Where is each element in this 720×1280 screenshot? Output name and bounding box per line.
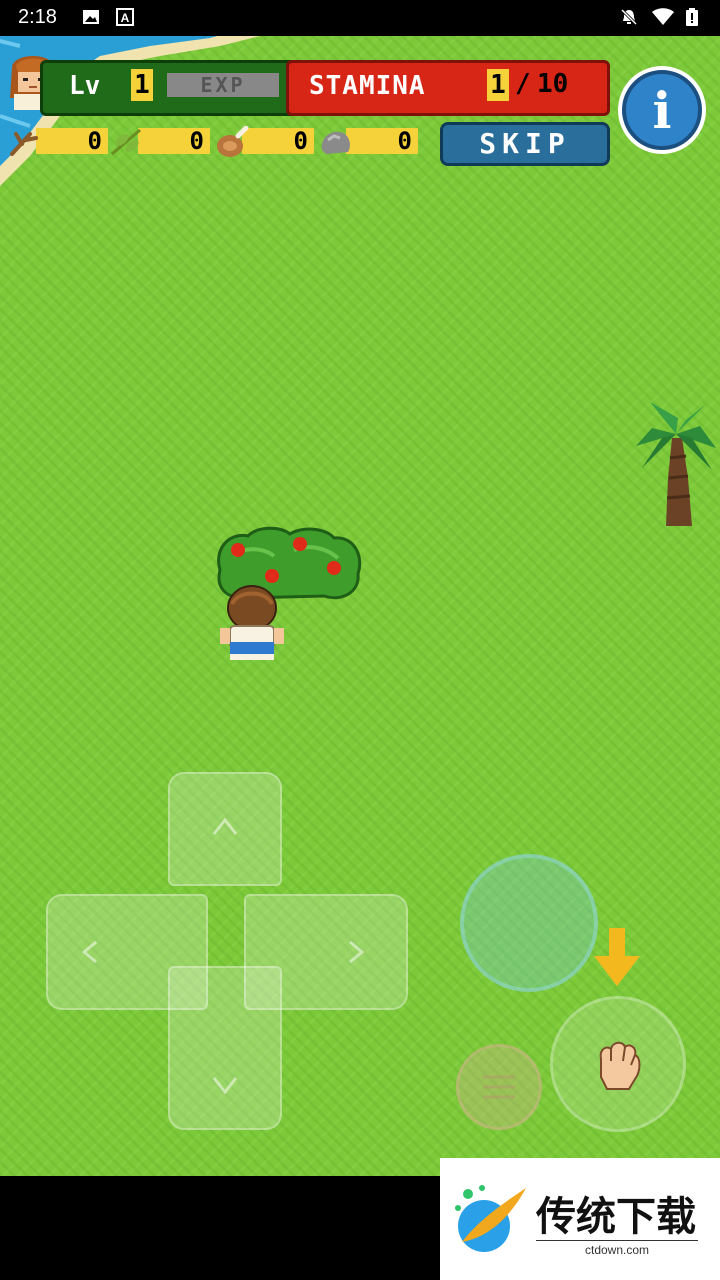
watermark: 传统下载 ctdown.com bbox=[440, 1158, 720, 1280]
fist-icon bbox=[599, 1041, 641, 1090]
level-value: 1 bbox=[131, 69, 153, 101]
watermark-logo bbox=[455, 1185, 526, 1252]
info-icon: i bbox=[622, 70, 702, 150]
level-panel: Lv 1 EXP bbox=[40, 60, 304, 116]
stamina-panel: STAMINA 1 / 10 bbox=[286, 60, 610, 116]
menu-button[interactable] bbox=[456, 1044, 542, 1130]
level-label: Lv bbox=[69, 71, 101, 101]
wifi-icon bbox=[652, 8, 674, 25]
stamina-separator: / bbox=[515, 69, 531, 99]
branch-icon bbox=[10, 132, 38, 156]
palm-tree[interactable] bbox=[632, 398, 720, 530]
menu-lines-icon bbox=[483, 1075, 515, 1099]
dpad-left-button[interactable] bbox=[46, 894, 208, 1010]
game-world[interactable]: Lv 1 EXP STAMINA 1 / 10 0 0 0 0 SKIP i bbox=[0, 36, 720, 1176]
meat-count: 0 bbox=[293, 127, 308, 155]
leaf-count: 0 bbox=[189, 127, 204, 155]
arrow-left-icon bbox=[81, 940, 97, 964]
info-label: i bbox=[653, 81, 672, 140]
stamina-max: 10 bbox=[537, 69, 569, 99]
notifications-off-icon bbox=[620, 8, 638, 26]
leaf-icon bbox=[111, 128, 141, 156]
stone-icon bbox=[321, 131, 350, 154]
watermark-url: ctdown.com bbox=[536, 1240, 698, 1257]
watermark-title: 传统下载 bbox=[536, 1194, 696, 1240]
skip-button[interactable]: SKIP bbox=[440, 122, 610, 166]
stamina-current: 1 bbox=[487, 69, 509, 101]
branch-count: 0 bbox=[87, 127, 102, 155]
resource-leaf: 0 bbox=[110, 126, 212, 156]
svg-text:A: A bbox=[121, 11, 130, 25]
hint-arrow-down-icon bbox=[594, 928, 640, 986]
a-box-icon: A bbox=[116, 8, 134, 26]
stone-count: 0 bbox=[397, 127, 412, 155]
dpad-up-button[interactable] bbox=[168, 772, 282, 886]
resource-stone: 0 bbox=[318, 126, 420, 156]
arrow-up-icon bbox=[212, 817, 238, 835]
status-bar: 2:18 A bbox=[0, 0, 720, 36]
player-character bbox=[220, 585, 284, 660]
info-button[interactable]: i bbox=[618, 66, 706, 154]
meat-icon bbox=[217, 126, 249, 157]
status-time: 2:18 bbox=[18, 6, 57, 28]
dpad-right-button[interactable] bbox=[244, 894, 408, 1010]
joystick-button[interactable] bbox=[460, 854, 598, 992]
resource-branch: 0 bbox=[8, 126, 110, 156]
action-button[interactable] bbox=[550, 996, 686, 1132]
exp-bar: EXP bbox=[167, 73, 279, 97]
arrow-right-icon bbox=[349, 940, 365, 964]
stamina-label: STAMINA bbox=[309, 71, 426, 101]
image-icon bbox=[83, 10, 99, 24]
resource-meat: 0 bbox=[214, 126, 316, 157]
battery-icon bbox=[686, 8, 698, 26]
